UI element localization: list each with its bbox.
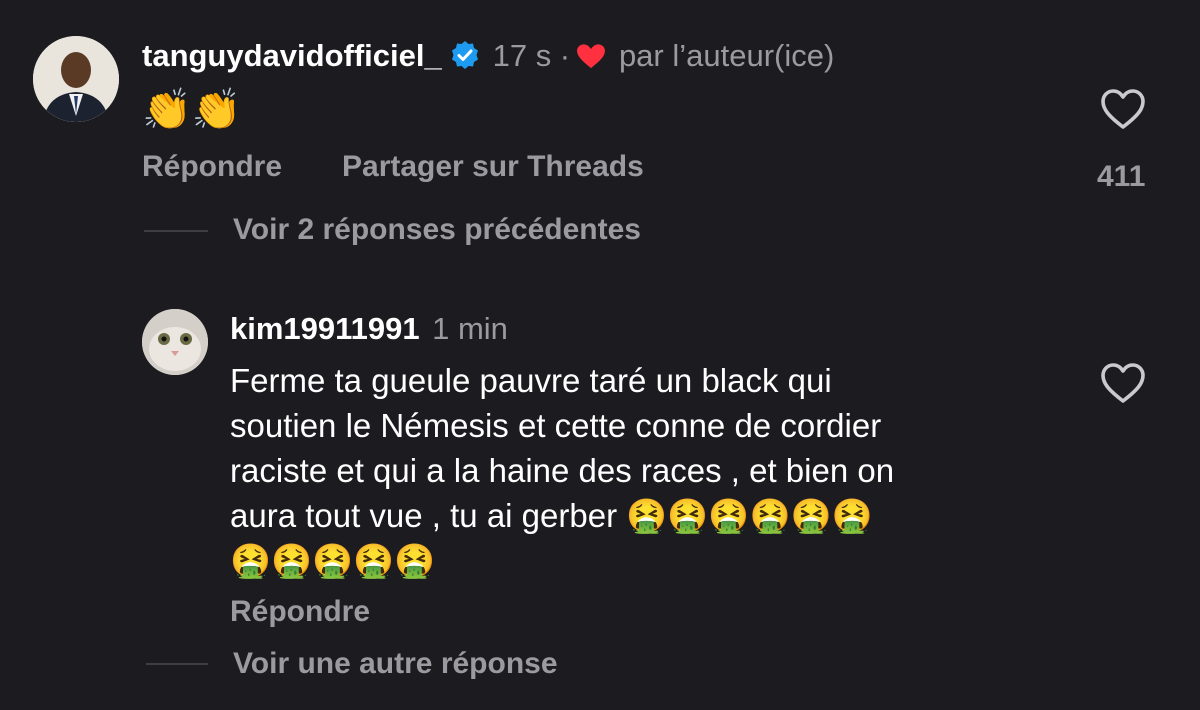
avatar-portrait-icon <box>33 36 119 122</box>
divider-line <box>146 663 208 665</box>
reply-button[interactable]: Répondre <box>230 595 370 629</box>
heart-outline-icon <box>1101 89 1145 129</box>
reply-header: kim19911991 1 min <box>230 311 508 347</box>
share-threads-button[interactable]: Partager sur Threads <box>342 150 644 184</box>
reply-body-line: raciste et qui a la haine des races , et… <box>230 452 895 489</box>
timestamp: 17 s <box>492 38 552 73</box>
reply-body-line: soutien le Némesis et cette conne de cor… <box>230 407 882 444</box>
heart-filled-icon <box>577 44 606 69</box>
reply-body: Ferme ta gueule pauvre taré un black qui… <box>230 358 1090 583</box>
avatar[interactable] <box>33 36 119 122</box>
timestamp: 1 min <box>432 311 508 346</box>
username[interactable]: tanguydavidofficiel_ <box>142 38 442 73</box>
reply-body-line: aura tout vue , tu ai gerber 🤮🤮🤮🤮🤮🤮 <box>230 497 873 534</box>
liked-by-author-label: par l’auteur(ice) <box>618 38 835 73</box>
reply-body-line: 🤮🤮🤮🤮🤮 <box>230 542 436 579</box>
like-button[interactable] <box>1100 362 1146 409</box>
view-other-reply-button[interactable]: Voir une autre réponse <box>233 647 558 681</box>
username[interactable]: kim19911991 <box>230 311 420 346</box>
like-button[interactable] <box>1100 88 1146 135</box>
verified-badge-icon <box>452 41 479 69</box>
reply-button[interactable]: Répondre <box>142 150 282 184</box>
comment-header: tanguydavidofficiel_ 17 s · par l’auteur… <box>142 38 834 74</box>
reply-body-line: Ferme ta gueule pauvre taré un black qui <box>230 362 832 399</box>
avatar-cat-icon <box>142 309 208 375</box>
like-count: 411 <box>1097 160 1146 193</box>
comment-body: 👏👏 <box>142 88 242 132</box>
heart-outline-icon <box>1101 363 1145 403</box>
view-previous-replies-button[interactable]: Voir 2 réponses précédentes <box>233 213 641 247</box>
avatar[interactable] <box>142 309 208 375</box>
separator: · <box>559 38 571 73</box>
divider-line <box>144 230 208 232</box>
